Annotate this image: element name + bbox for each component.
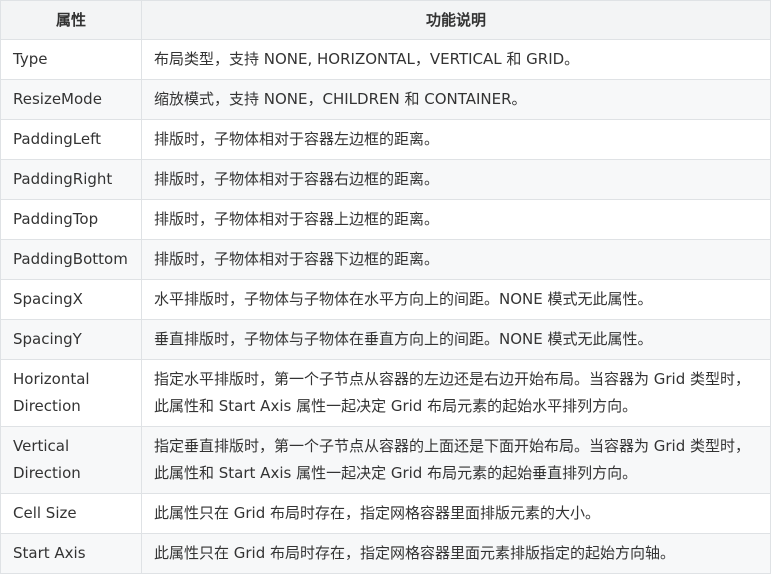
property-description: 此属性只在 Grid 布局时存在，指定网格容器里面排版元素的大小。 xyxy=(141,493,771,534)
property-description: 排版时，子物体相对于容器下边框的距离。 xyxy=(141,239,771,280)
property-name: PaddingTop xyxy=(0,199,142,240)
table-header: 属性 功能说明 xyxy=(0,0,771,40)
header-description: 功能说明 xyxy=(141,0,771,40)
table-row: PaddingLeft 排版时，子物体相对于容器左边框的距离。 xyxy=(0,119,771,160)
property-name: Start Axis xyxy=(0,533,142,574)
table-row: Start Axis 此属性只在 Grid 布局时存在，指定网格容器里面元素排版… xyxy=(0,533,771,574)
table-row: PaddingBottom 排版时，子物体相对于容器下边框的距离。 xyxy=(0,239,771,280)
property-description: 此属性只在 Grid 布局时存在，指定网格容器里面元素排版指定的起始方向轴。 xyxy=(141,533,771,574)
table-row: Horizontal Direction 指定水平排版时，第一个子节点从容器的左… xyxy=(0,359,771,427)
property-name: SpacingX xyxy=(0,279,142,320)
table-row: PaddingTop 排版时，子物体相对于容器上边框的距离。 xyxy=(0,199,771,240)
table-row: ResizeMode 缩放模式，支持 NONE，CHILDREN 和 CONTA… xyxy=(0,79,771,120)
property-description: 指定垂直排版时，第一个子节点从容器的上面还是下面开始布局。当容器为 Grid 类… xyxy=(141,426,771,494)
property-description: 排版时，子物体相对于容器左边框的距离。 xyxy=(141,119,771,160)
properties-table: 属性 功能说明 Type 布局类型，支持 NONE, HORIZONTAL，VE… xyxy=(0,0,771,574)
property-description: 布局类型，支持 NONE, HORIZONTAL，VERTICAL 和 GRID… xyxy=(141,39,771,80)
property-name: ResizeMode xyxy=(0,79,142,120)
property-description: 水平排版时，子物体与子物体在水平方向上的间距。NONE 模式无此属性。 xyxy=(141,279,771,320)
property-description: 排版时，子物体相对于容器上边框的距离。 xyxy=(141,199,771,240)
property-name: Cell Size xyxy=(0,493,142,534)
property-description: 排版时，子物体相对于容器右边框的距离。 xyxy=(141,159,771,200)
table-row: PaddingRight 排版时，子物体相对于容器右边框的距离。 xyxy=(0,159,771,200)
property-name: Horizontal Direction xyxy=(0,359,142,427)
property-description: 垂直排版时，子物体与子物体在垂直方向上的间距。NONE 模式无此属性。 xyxy=(141,319,771,360)
property-name: PaddingRight xyxy=(0,159,142,200)
table-body: Type 布局类型，支持 NONE, HORIZONTAL，VERTICAL 和… xyxy=(0,39,771,574)
property-name: PaddingLeft xyxy=(0,119,142,160)
property-name: Vertical Direction xyxy=(0,426,142,494)
header-property: 属性 xyxy=(0,0,142,40)
table-row: SpacingX 水平排版时，子物体与子物体在水平方向上的间距。NONE 模式无… xyxy=(0,279,771,320)
table-row: SpacingY 垂直排版时，子物体与子物体在垂直方向上的间距。NONE 模式无… xyxy=(0,319,771,360)
property-description: 缩放模式，支持 NONE，CHILDREN 和 CONTAINER。 xyxy=(141,79,771,120)
table-row: Type 布局类型，支持 NONE, HORIZONTAL，VERTICAL 和… xyxy=(0,39,771,80)
table-row: Vertical Direction 指定垂直排版时，第一个子节点从容器的上面还… xyxy=(0,426,771,494)
header-row: 属性 功能说明 xyxy=(0,0,771,40)
property-name: PaddingBottom xyxy=(0,239,142,280)
property-name: Type xyxy=(0,39,142,80)
property-description: 指定水平排版时，第一个子节点从容器的左边还是右边开始布局。当容器为 Grid 类… xyxy=(141,359,771,427)
table-row: Cell Size 此属性只在 Grid 布局时存在，指定网格容器里面排版元素的… xyxy=(0,493,771,534)
property-name: SpacingY xyxy=(0,319,142,360)
